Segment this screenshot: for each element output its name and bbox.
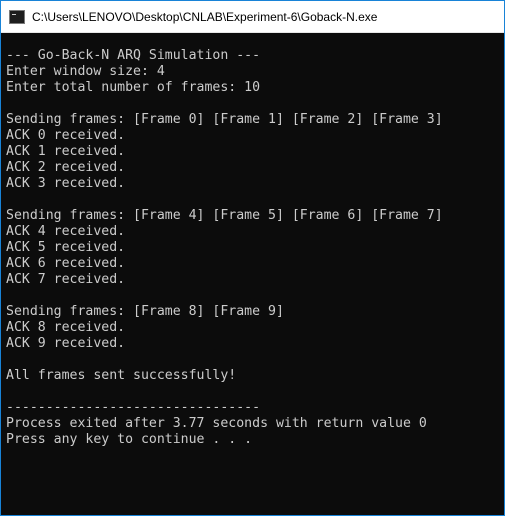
console-line: ACK 3 received. <box>6 176 126 191</box>
window-title: C:\Users\LENOVO\Desktop\CNLAB\Experiment… <box>32 9 378 24</box>
console-line: ACK 2 received. <box>6 160 126 175</box>
console-line: Process exited after 3.77 seconds with r… <box>6 416 427 431</box>
console-line: Enter window size: 4 <box>6 64 165 79</box>
console-line: ACK 1 received. <box>6 144 126 159</box>
console-line: ACK 4 received. <box>6 224 126 239</box>
console-line: ACK 7 received. <box>6 272 126 287</box>
console-line: ACK 0 received. <box>6 128 126 143</box>
console-text-area: --- Go-Back-N ARQ Simulation --- Enter wi… <box>6 48 443 448</box>
console-line: Sending frames: [Frame 0] [Frame 1] [Fra… <box>6 112 443 127</box>
console-line: Enter total number of frames: 10 <box>6 80 261 95</box>
console-line: ACK 8 received. <box>6 320 126 335</box>
console-app-icon <box>9 9 25 24</box>
console-line: Sending frames: [Frame 8] [Frame 9] <box>6 304 284 319</box>
console-line: Press any key to continue . . . <box>6 432 253 447</box>
console-line: Sending frames: [Frame 4] [Frame 5] [Fra… <box>6 208 443 223</box>
title-bar[interactable]: C:\Users\LENOVO\Desktop\CNLAB\Experiment… <box>1 1 504 33</box>
console-line: All frames sent successfully! <box>6 368 237 383</box>
console-line: ACK 6 received. <box>6 256 126 271</box>
console-output[interactable]: --- Go-Back-N ARQ Simulation --- Enter wi… <box>1 33 504 515</box>
console-line: -------------------------------- <box>6 400 261 415</box>
console-window[interactable]: C:\Users\LENOVO\Desktop\CNLAB\Experiment… <box>0 0 505 516</box>
console-line: ACK 5 received. <box>6 240 126 255</box>
console-line: --- Go-Back-N ARQ Simulation --- <box>6 48 261 63</box>
console-line: ACK 9 received. <box>6 336 126 351</box>
